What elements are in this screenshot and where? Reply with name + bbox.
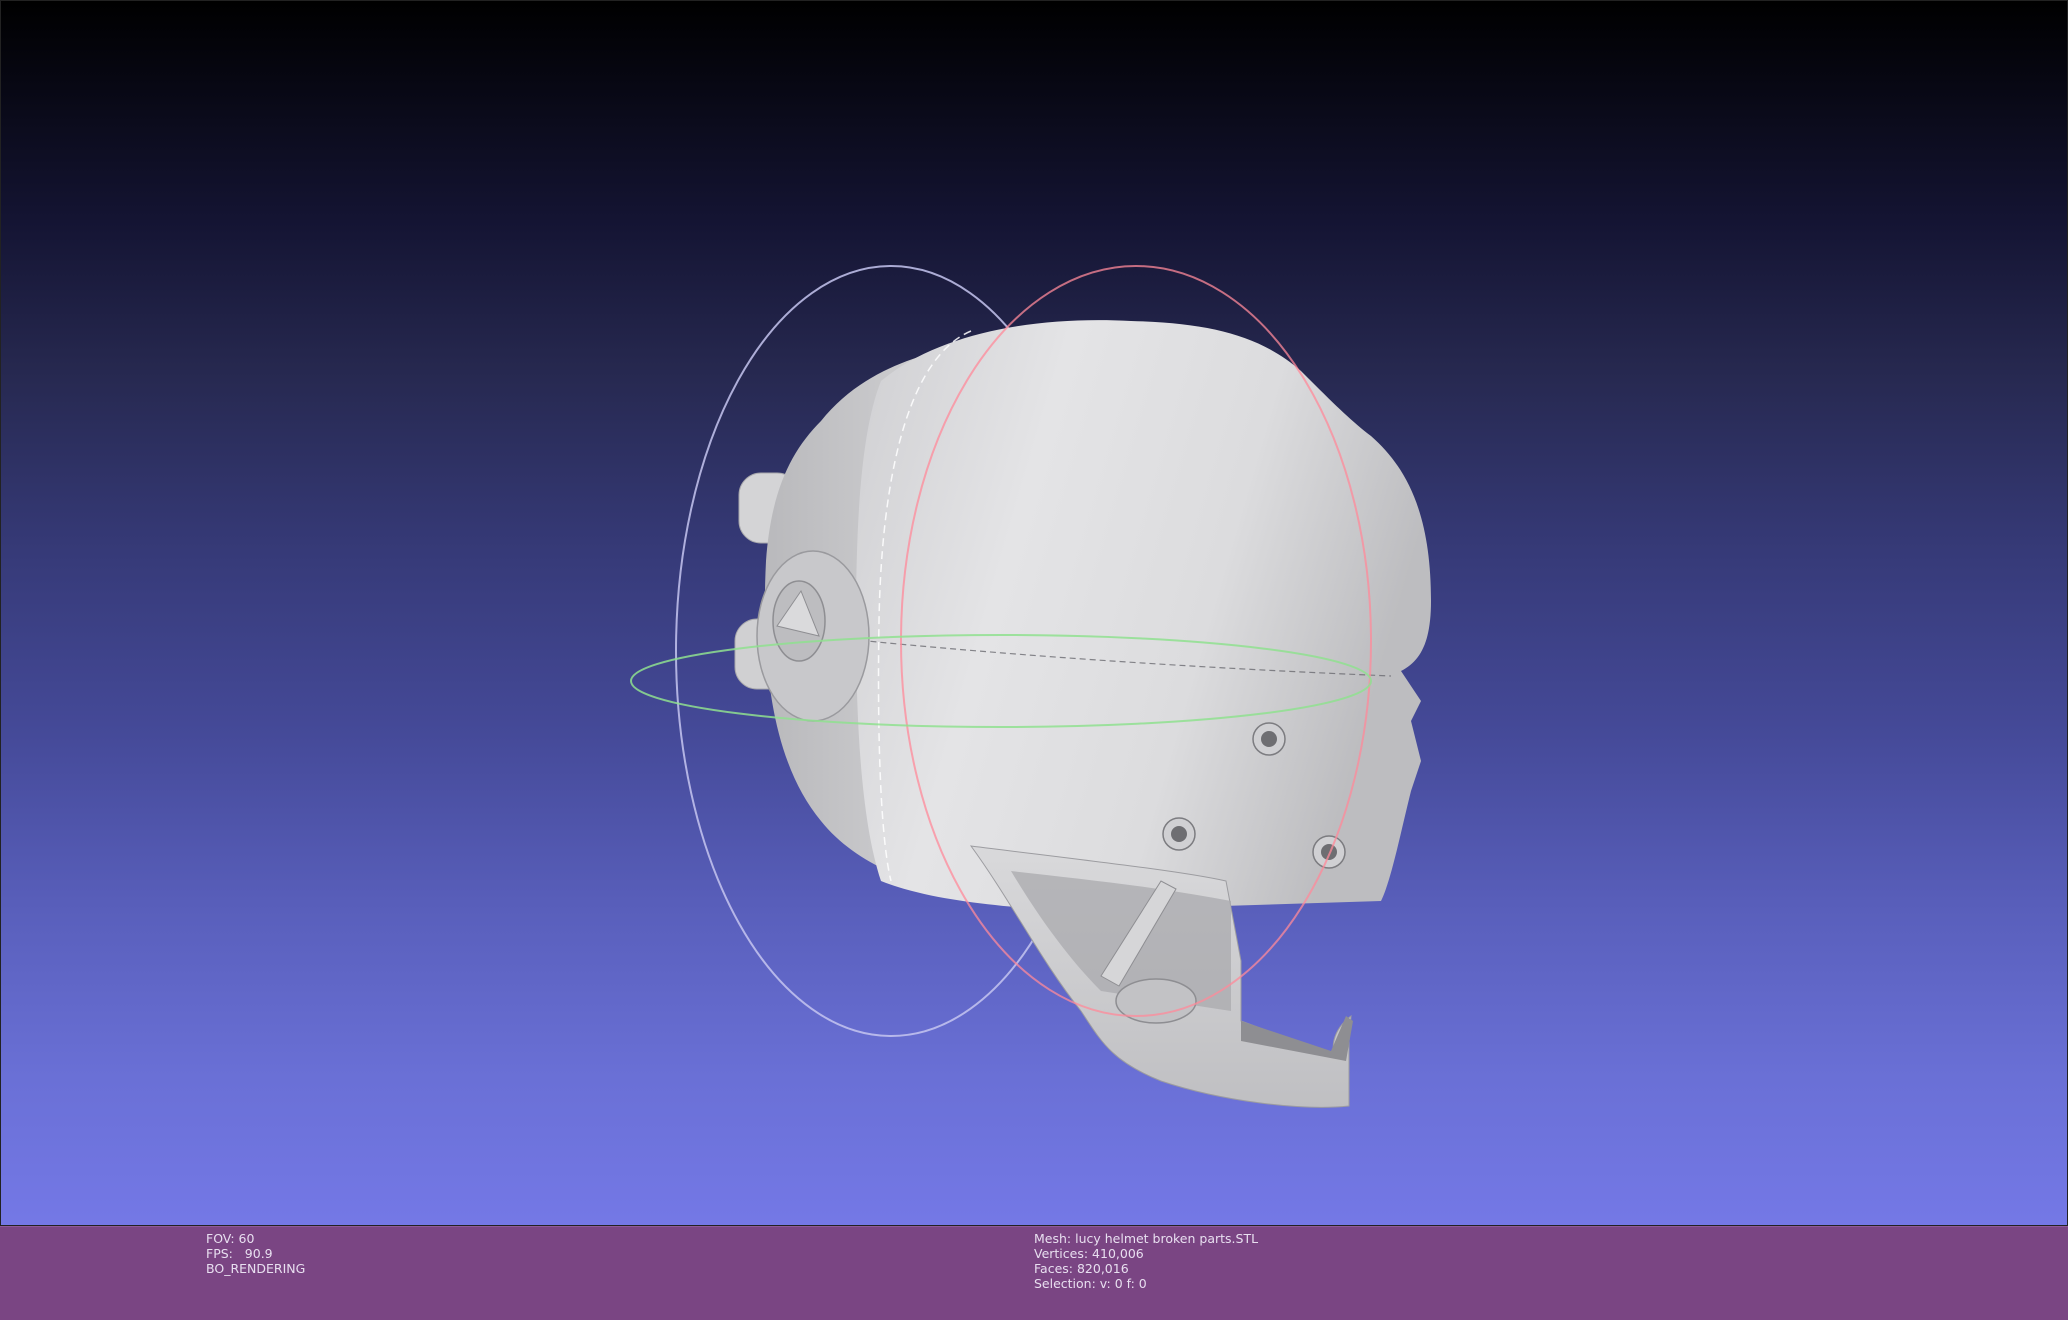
bolt-hole-1 bbox=[1252, 722, 1286, 756]
helmet-model[interactable] bbox=[734, 320, 1431, 1108]
render-mode: BO_RENDERING bbox=[206, 1261, 306, 1276]
fps-readout: FPS: 90.9 bbox=[206, 1246, 273, 1261]
vertex-count: Vertices: 410,006 bbox=[1034, 1246, 1144, 1261]
mesh-name: Mesh: lucy helmet broken parts.STL bbox=[1034, 1231, 1259, 1246]
fov-readout: FOV: 60 bbox=[206, 1231, 255, 1246]
mesh-info: Mesh: lucy helmet broken parts.STL Verti… bbox=[1034, 1231, 1258, 1291]
scene-canvas[interactable] bbox=[1, 1, 2068, 1227]
render-info: FOV: 60 FPS: 90.9 BO_RENDERING bbox=[206, 1231, 305, 1276]
helmet-dome bbox=[856, 320, 1431, 911]
selection-info: Selection: v: 0 f: 0 bbox=[1034, 1276, 1147, 1291]
3d-viewport[interactable] bbox=[0, 0, 2068, 1226]
bolt-hole-3 bbox=[1312, 835, 1346, 869]
status-bar: FOV: 60 FPS: 90.9 BO_RENDERING Mesh: luc… bbox=[0, 1226, 2068, 1320]
bolt-hole-2 bbox=[1162, 817, 1196, 851]
face-count: Faces: 820,016 bbox=[1034, 1261, 1129, 1276]
